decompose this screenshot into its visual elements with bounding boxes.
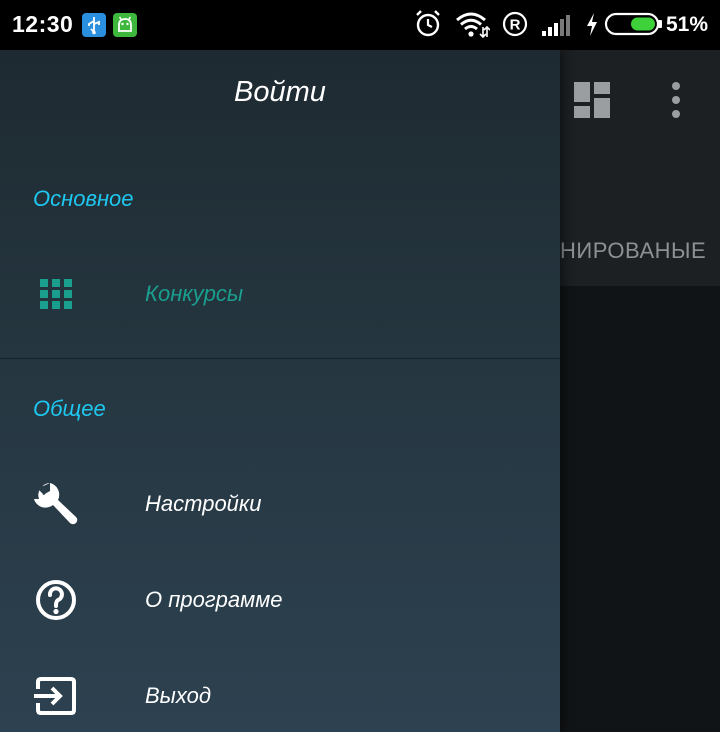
wifi-icon xyxy=(454,9,491,44)
menu-item-label: Выход xyxy=(145,683,212,708)
menu-item-exit[interactable]: Выход xyxy=(0,651,560,732)
background-tab-label[interactable]: НИРОВАНЫЕ xyxy=(560,238,706,264)
alarm-icon xyxy=(414,9,442,44)
menu-item-label: О программе xyxy=(145,587,283,612)
menu-item-settings[interactable]: Настройки xyxy=(0,459,560,549)
exit-icon xyxy=(30,671,80,721)
divider xyxy=(0,358,560,359)
dashboard-icon[interactable] xyxy=(574,82,610,123)
menu-item-label: Конкурсы xyxy=(145,281,244,306)
menu-item-label: Настройки xyxy=(145,491,262,516)
registered-icon: R xyxy=(502,9,530,44)
wrench-icon xyxy=(30,479,80,529)
status-bar: 12:30 R 51% xyxy=(0,0,720,50)
battery-percent: 51% xyxy=(665,13,708,36)
battery-icon xyxy=(604,9,664,44)
overflow-menu-icon[interactable] xyxy=(668,82,684,123)
section-title-main: Основное xyxy=(33,186,134,211)
android-icon xyxy=(113,13,137,37)
drawer-header: Войти xyxy=(0,50,560,140)
login-button[interactable]: Войти xyxy=(234,76,326,109)
menu-item-contests[interactable]: Конкурсы xyxy=(0,249,560,339)
svg-text:R: R xyxy=(510,17,521,34)
grid-icon xyxy=(30,269,80,319)
charging-icon xyxy=(584,9,600,44)
usb-debug-icon xyxy=(82,13,106,37)
menu-item-about[interactable]: О программе xyxy=(0,555,560,645)
screen: 12:30 R 51% НИРОВАНЫЕ Войти Основное Кон… xyxy=(0,0,720,732)
signal-icon xyxy=(540,9,574,44)
navigation-drawer: Войти Основное Конкурсы Общее Настройки … xyxy=(0,50,560,732)
section-title-general: Общее xyxy=(33,396,106,421)
status-time: 12:30 xyxy=(12,11,74,37)
help-circle-icon xyxy=(30,575,80,625)
